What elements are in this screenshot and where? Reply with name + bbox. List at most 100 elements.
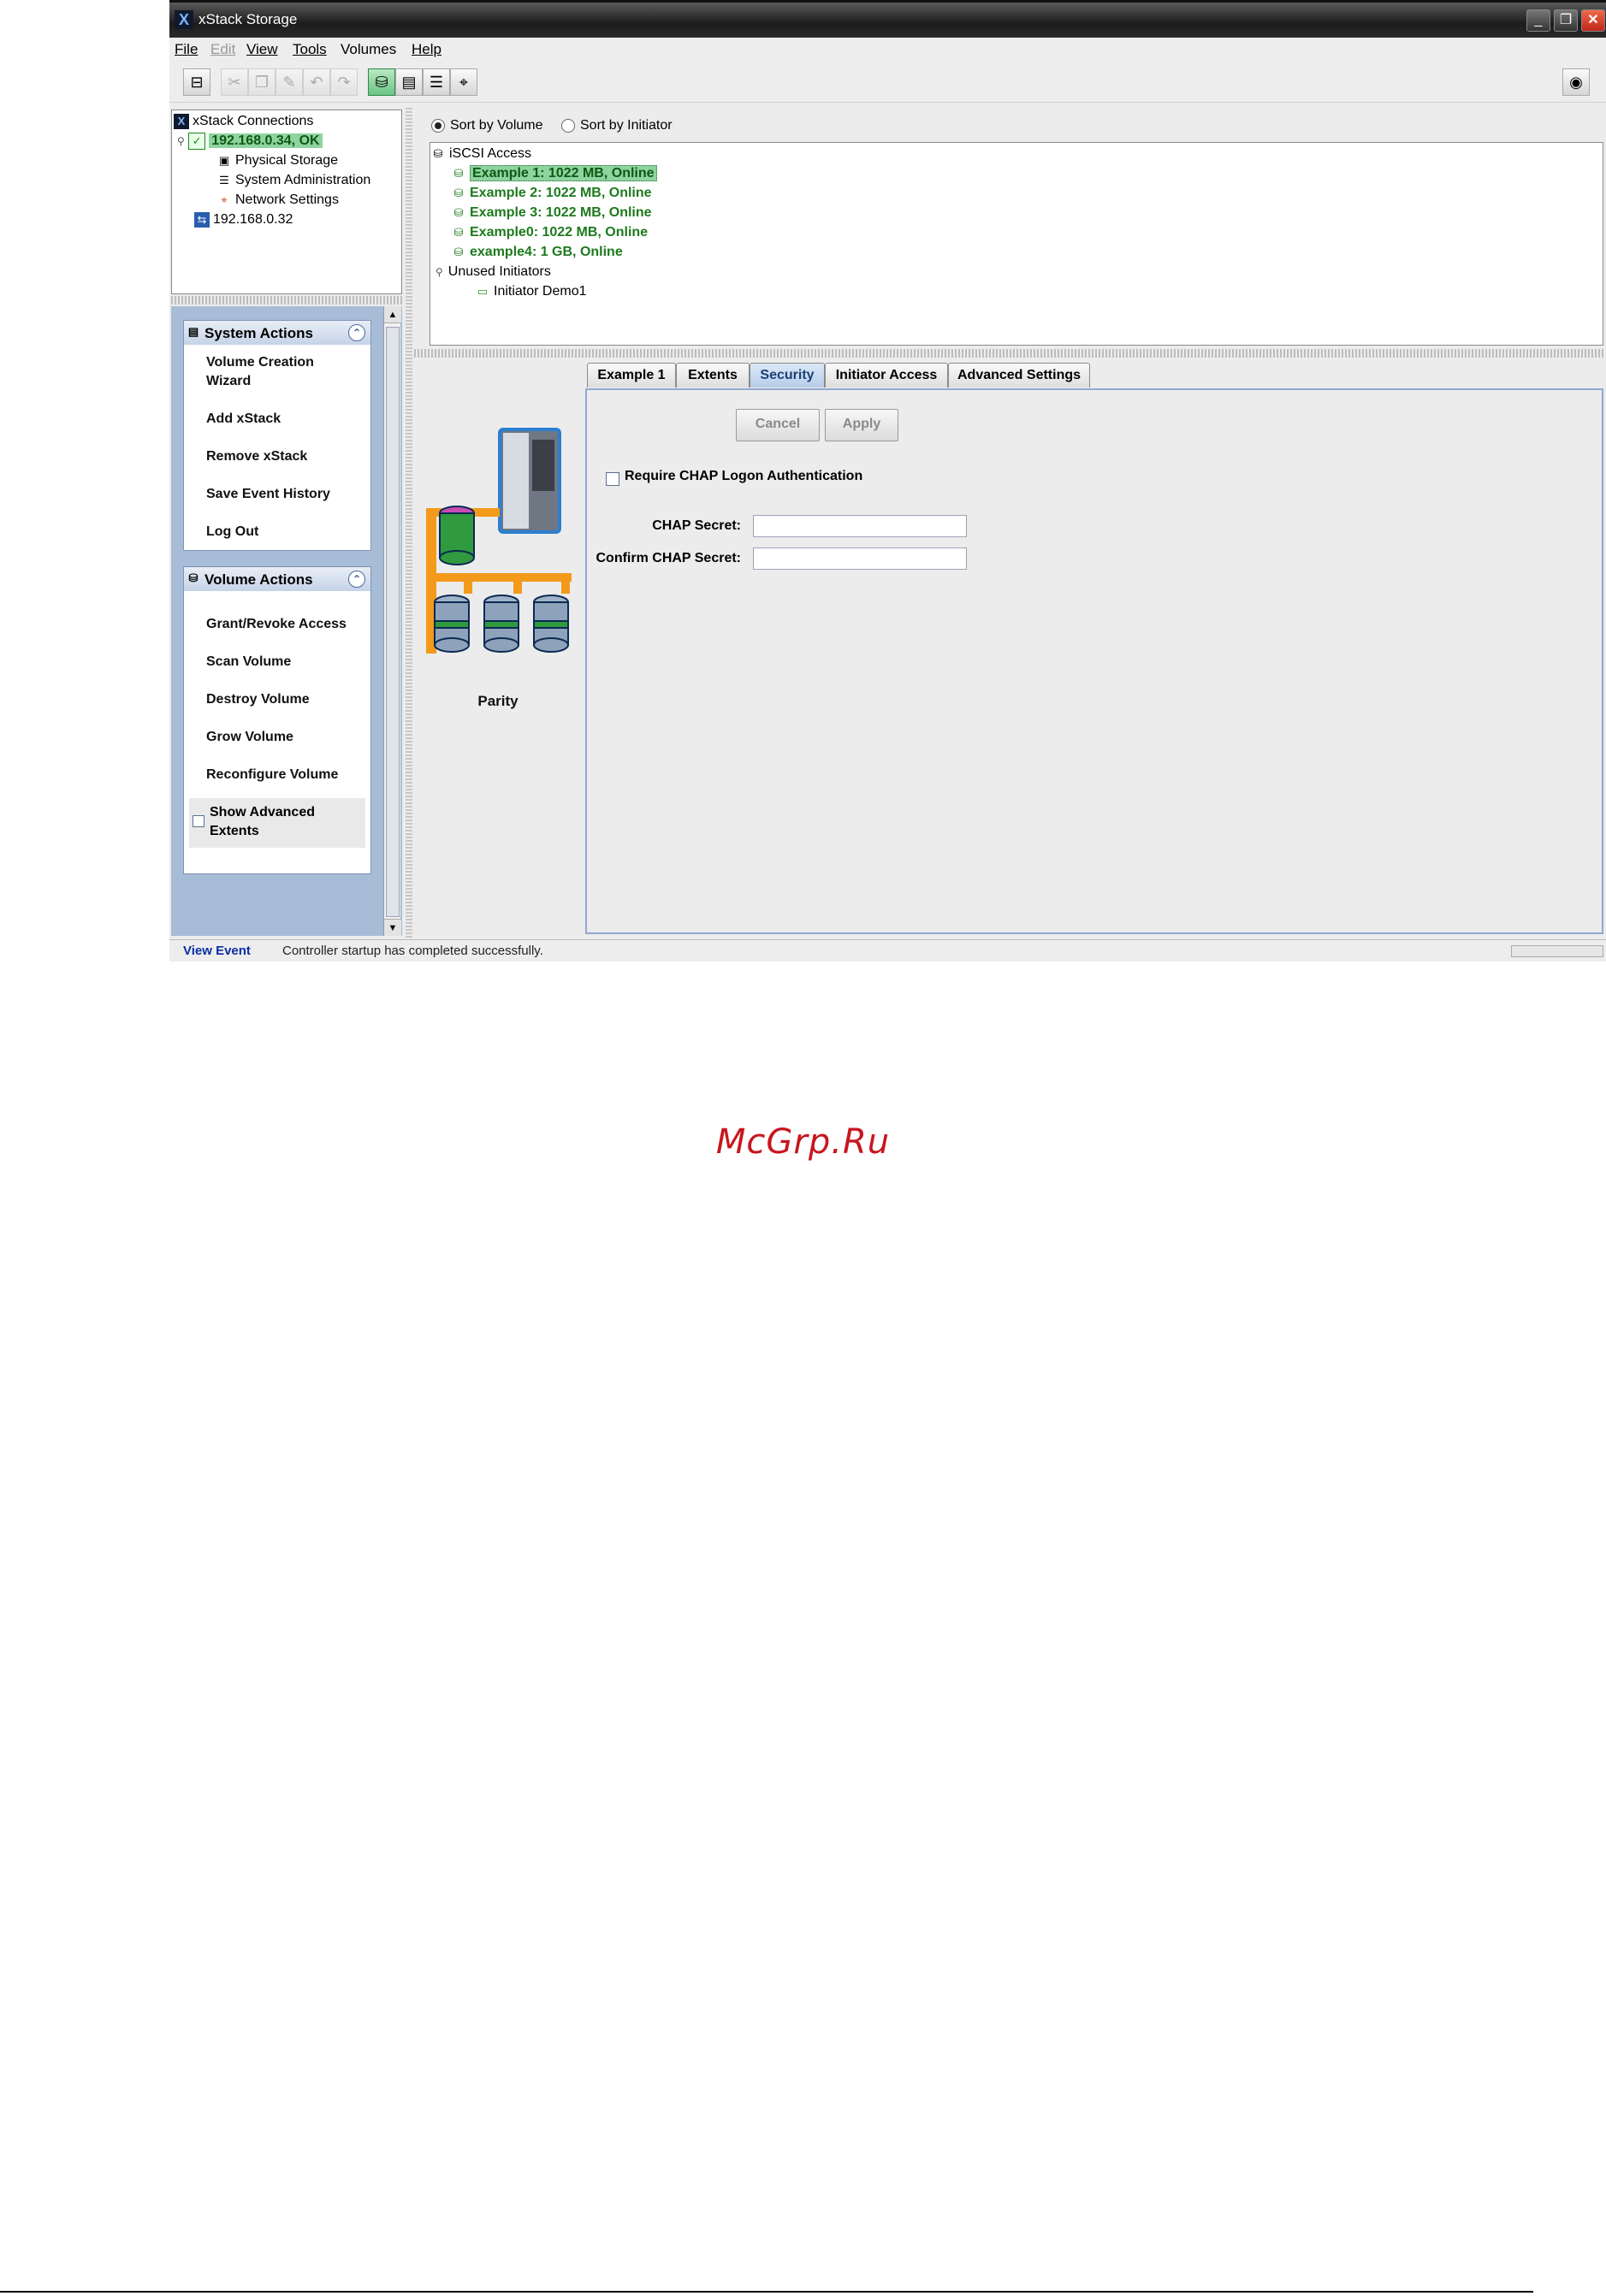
chap-secret-label: CHAP Secret: (652, 518, 741, 533)
status-message: Controller startup has completed success… (282, 944, 543, 958)
volume-actions-panel: ⛁ Volume Actions ⌃ Grant/Revoke Access S… (183, 566, 371, 874)
cut-button[interactable]: ✂ (221, 68, 248, 96)
volume-item[interactable]: ⛁ example4: 1 GB, Online (451, 245, 623, 260)
volume-actions-header[interactable]: ⛁ Volume Actions ⌃ (184, 567, 370, 591)
destroy-volume-action[interactable]: Destroy Volume (206, 690, 310, 709)
paste-icon: ✎ (282, 74, 296, 91)
menu-view[interactable]: View (246, 41, 278, 58)
watermark: McGrp.Ru (715, 1122, 891, 1162)
tab-example-1[interactable]: Example 1 (587, 363, 676, 388)
sort-options: Sort by Volume Sort by Initiator (414, 113, 1603, 139)
scan-volume-action[interactable]: Scan Volume (206, 653, 291, 672)
title-bar[interactable]: X xStack Storage _ ❐ ✕ (169, 0, 1606, 38)
parity-raid-icon (426, 428, 572, 654)
volume-item[interactable]: ⛁ Example0: 1022 MB, Online (451, 225, 649, 240)
grant-revoke-access-action[interactable]: Grant/Revoke Access (206, 615, 347, 634)
close-button[interactable]: ✕ (1581, 9, 1605, 32)
tree-node-system-administration[interactable]: ☰ System Administration (216, 173, 370, 188)
initiator-item[interactable]: ▭ Initiator Demo1 (475, 284, 587, 299)
chap-secret-input[interactable] (753, 515, 967, 537)
volume-item[interactable]: ⛁ Example 2: 1022 MB, Online (451, 186, 652, 201)
view-event-link[interactable]: View Event (183, 944, 251, 958)
cut-icon: ✂ (228, 74, 241, 91)
right-splitter[interactable] (414, 349, 1605, 358)
storage-button[interactable]: ▤ (395, 68, 423, 96)
menu-tools[interactable]: Tools (293, 41, 327, 58)
scroll-thumb[interactable] (386, 327, 400, 917)
show-advanced-extents-checkbox[interactable] (193, 815, 204, 827)
unused-initiators-node[interactable]: ⚲ Unused Initiators (436, 264, 551, 280)
system-administration-icon: ☰ (219, 174, 229, 186)
help-button[interactable]: ◉ (1562, 68, 1590, 96)
scroll-up-icon[interactable]: ▲ (384, 306, 401, 323)
minimize-icon: _ (1534, 13, 1543, 27)
security-tab-panel: Cancel Apply Require CHAP Logon Authenti… (585, 388, 1603, 934)
undo-icon: ↶ (310, 74, 323, 91)
computer-icon: ▭ (477, 285, 489, 298)
tab-security[interactable]: Security (750, 363, 825, 388)
task-pane-scrollbar[interactable]: ▲ ▼ (383, 306, 401, 936)
menu-volumes[interactable]: Volumes (341, 41, 396, 58)
require-chap-checkbox[interactable] (606, 472, 619, 486)
remove-xstack-action[interactable]: Remove xStack (206, 447, 307, 466)
grow-volume-action[interactable]: Grow Volume (206, 728, 293, 747)
xstack-logo-icon: X (174, 114, 189, 129)
minimize-button[interactable]: _ (1526, 9, 1550, 32)
app-window: X xStack Storage _ ❐ ✕ File Edit View To… (169, 0, 1606, 962)
page-bottom-rule (0, 2291, 1533, 2293)
add-xstack-action[interactable]: Add xStack (206, 410, 281, 429)
task-pane: ▤ System Actions ⌃ Volume Creation Wizar… (171, 306, 402, 936)
window-title: xStack Storage (199, 11, 298, 27)
undo-button[interactable]: ↶ (303, 68, 330, 96)
menu-file[interactable]: File (175, 41, 198, 58)
apply-button[interactable]: Apply (825, 409, 898, 441)
cancel-button[interactable]: Cancel (736, 409, 820, 441)
network-button[interactable]: ⌖ (450, 68, 477, 96)
redo-button[interactable]: ↷ (330, 68, 358, 96)
tree-node-physical-storage[interactable]: ▣ Physical Storage (216, 153, 338, 169)
help-icon: ◉ (1569, 74, 1583, 91)
iscsi-button[interactable]: ⛁ (368, 68, 395, 96)
raid-illustration: Parity (414, 359, 582, 941)
reconfigure-volume-action[interactable]: Reconfigure Volume (206, 766, 338, 784)
confirm-chap-secret-input[interactable] (753, 547, 967, 570)
admin-icon: ☰ (429, 74, 444, 91)
iscsi-access-tree: ⛁ iSCSI Access ⛁ Example 1: 1022 MB, Onlin… (430, 142, 1603, 346)
show-advanced-extents-row[interactable]: Show Advanced Extents (189, 798, 365, 848)
admin-button[interactable]: ☰ (423, 68, 450, 96)
connections-tree: XxStack Connections ⚲ ✓ 192.168.0.34, OK … (171, 109, 402, 294)
tab-initiator-access[interactable]: Initiator Access (825, 363, 948, 388)
save-event-history-action[interactable]: Save Event History (206, 485, 330, 504)
vertical-splitter[interactable] (406, 108, 412, 938)
close-icon: ✕ (1587, 13, 1599, 27)
sort-by-volume-radio[interactable]: Sort by Volume (431, 118, 543, 133)
volume-creation-wizard-action[interactable]: Volume Creation Wizard (206, 353, 317, 391)
maximize-button[interactable]: ❐ (1554, 9, 1578, 32)
status-progress (1511, 945, 1603, 957)
tab-advanced-settings[interactable]: Advanced Settings (948, 363, 1090, 388)
paste-button[interactable]: ✎ (276, 68, 303, 96)
system-actions-header[interactable]: ▤ System Actions ⌃ (184, 321, 370, 345)
menu-help[interactable]: Help (412, 41, 442, 58)
collapse-icon[interactable]: ⌃ (348, 324, 365, 341)
status-bar: View Event Controller startup has comple… (169, 939, 1606, 962)
tree-node-network-settings[interactable]: ⌖ Network Settings (216, 192, 339, 208)
menu-edit[interactable]: Edit (210, 41, 235, 58)
iscsi-icon: ⛁ (433, 147, 443, 160)
tree-node-connection-active[interactable]: ⚲ ✓ 192.168.0.34, OK (177, 133, 323, 150)
toolbar: ⊟ ✂ ❐ ✎ ↶ ↷ ⛁ ▤ ☰ ⌖ ◉ (169, 63, 1606, 103)
left-splitter[interactable] (171, 296, 402, 305)
volume-icon: ⛁ (453, 246, 464, 258)
iscsi-access-root[interactable]: ⛁ iSCSI Access (430, 146, 531, 162)
scroll-down-icon[interactable]: ▼ (384, 919, 401, 936)
tab-extents[interactable]: Extents (676, 363, 750, 388)
volume-item[interactable]: ⛁ Example 1: 1022 MB, Online (451, 165, 657, 182)
tree-root[interactable]: XxStack Connections (174, 114, 313, 129)
copy-button[interactable]: ❐ (248, 68, 276, 96)
collapse-icon[interactable]: ⌃ (348, 571, 365, 588)
connect-button[interactable]: ⊟ (183, 68, 210, 96)
tree-node-connection-secondary[interactable]: ⇆ 192.168.0.32 (194, 212, 293, 228)
volume-item[interactable]: ⛁ Example 3: 1022 MB, Online (451, 205, 652, 221)
sort-by-initiator-radio[interactable]: Sort by Initiator (561, 118, 673, 133)
log-out-action[interactable]: Log Out (206, 523, 258, 541)
